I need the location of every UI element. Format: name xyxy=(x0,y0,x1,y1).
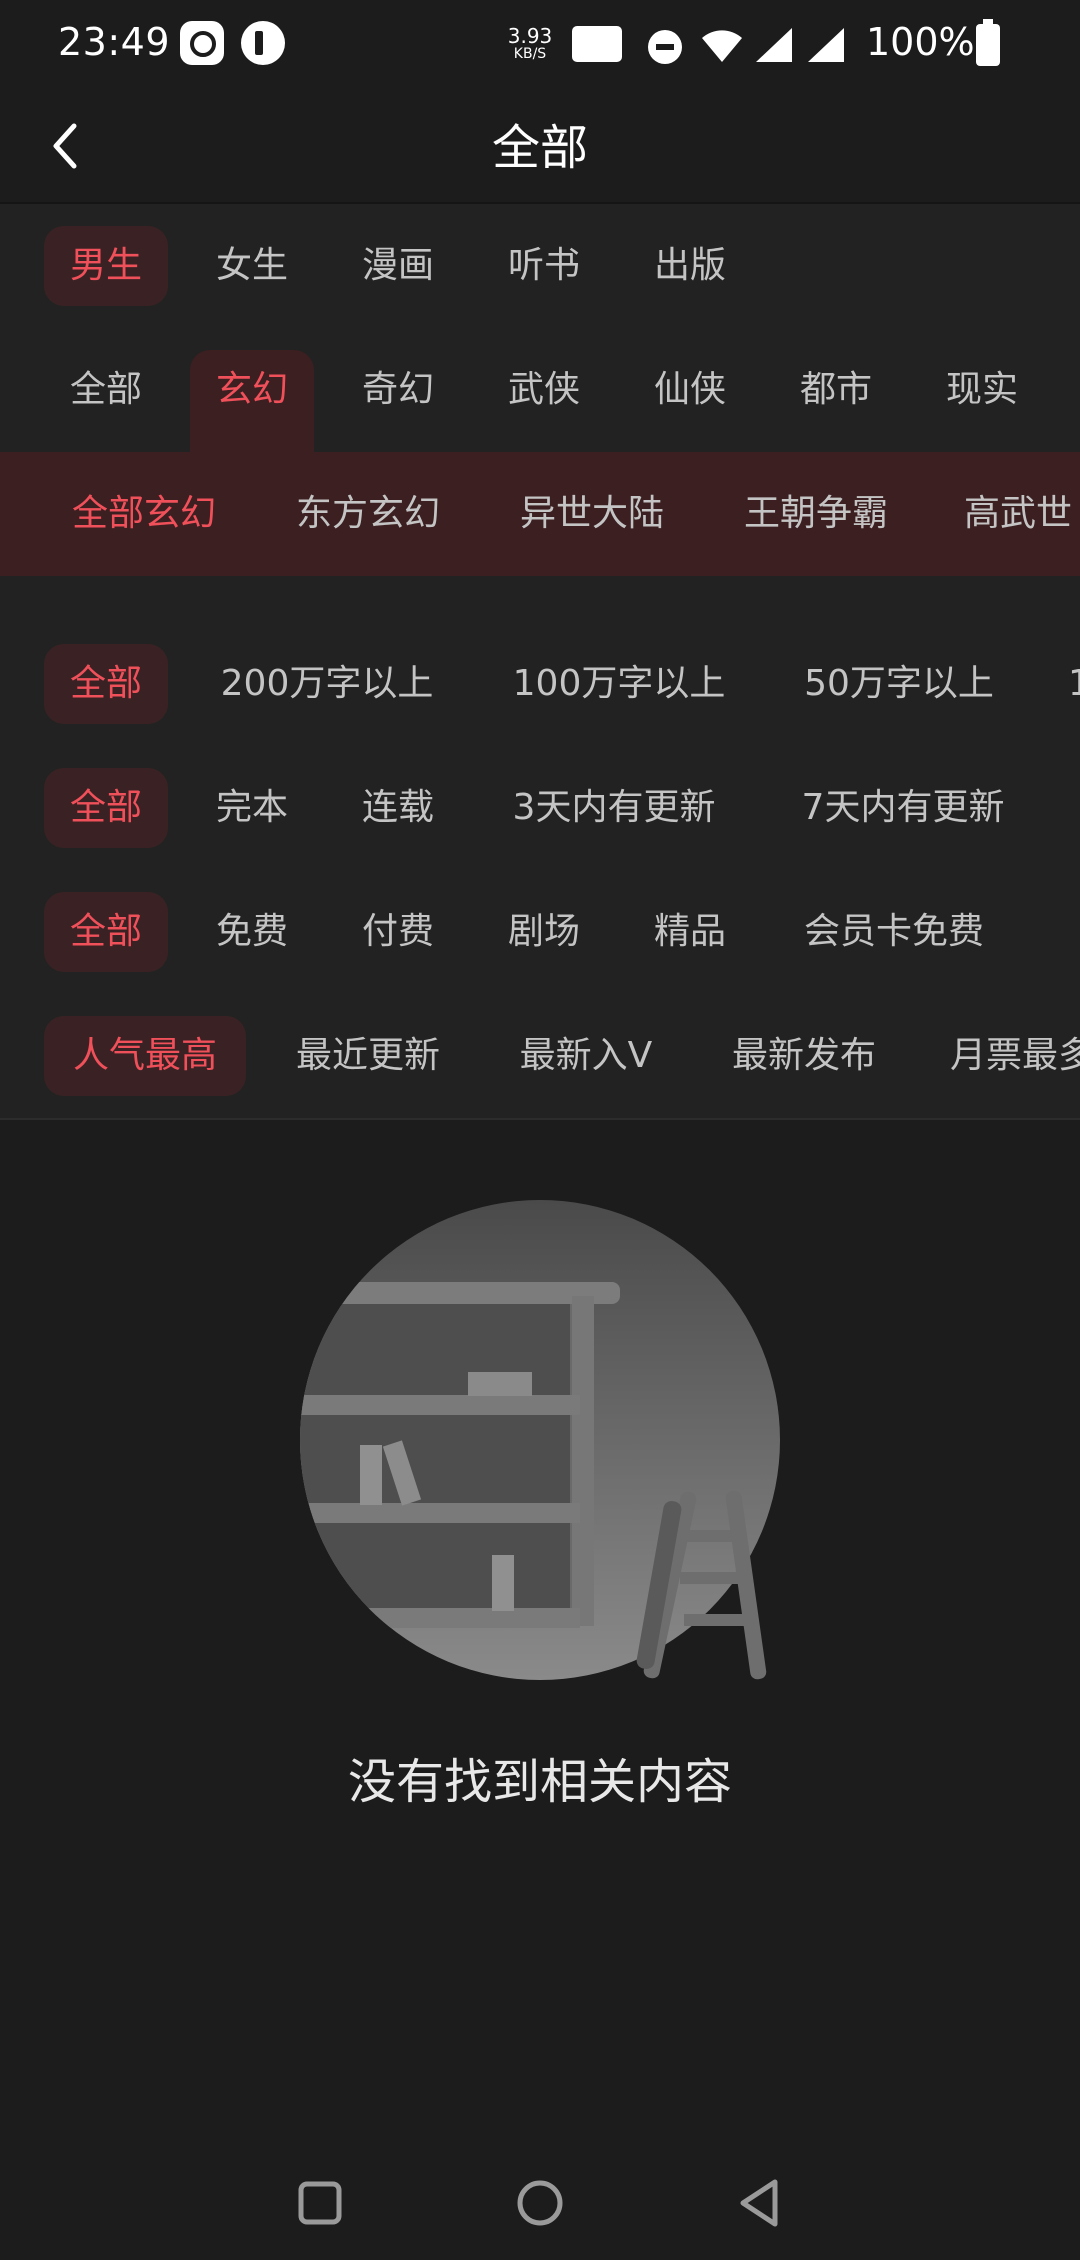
word-count-row: 全部 200万字以上 100万字以上 50万字以上 1 xyxy=(0,622,1080,746)
sort-option[interactable]: 最新入V xyxy=(490,1016,682,1096)
battery-charging-icon xyxy=(976,19,1000,66)
category-item[interactable]: 仙侠 xyxy=(628,350,752,430)
category-item[interactable]: 武侠 xyxy=(482,350,606,430)
app-notification-icon xyxy=(241,21,285,65)
price-option[interactable]: 会员卡免费 xyxy=(774,892,1014,972)
price-option[interactable]: 全部 xyxy=(44,892,168,972)
subcategory-row: 全部玄幻 东方玄幻 异世大陆 王朝争霸 高武世 xyxy=(0,452,1080,576)
network-speed-value: 3.93 xyxy=(507,24,553,48)
serial-status-row: 全部 完本 连载 3天内有更新 7天内有更新 xyxy=(0,746,1080,870)
back-nav-icon[interactable] xyxy=(725,2168,795,2238)
system-nav-bar xyxy=(0,2150,1080,2260)
category-item[interactable]: 奇幻 xyxy=(336,350,460,430)
serial-status-option[interactable]: 全部 xyxy=(44,768,168,848)
category-item[interactable]: 全部 xyxy=(44,350,168,430)
tab-male[interactable]: 男生 xyxy=(44,226,168,306)
volte-icon xyxy=(572,26,622,62)
price-option[interactable]: 付费 xyxy=(336,892,460,972)
category-item[interactable]: 玄幻 xyxy=(190,350,314,452)
serial-status-option[interactable]: 完本 xyxy=(190,768,314,848)
header: 全部 xyxy=(0,90,1080,204)
app-notification-icon xyxy=(180,21,224,65)
subcategory-item[interactable]: 东方玄幻 xyxy=(268,474,468,554)
serial-status-option[interactable]: 7天内有更新 xyxy=(768,768,1038,848)
network-speed-unit: KB/S xyxy=(513,46,547,62)
wifi-icon xyxy=(702,30,742,62)
tab-audiobook[interactable]: 听书 xyxy=(482,226,606,306)
subcategory-item[interactable]: 高武世 xyxy=(940,474,1080,554)
signal-icon xyxy=(756,28,792,62)
status-time: 23:49 xyxy=(58,20,171,64)
word-count-option[interactable]: 100万字以上 xyxy=(486,644,752,724)
sort-row: 人气最高 最近更新 最新入V 最新发布 月票最多 xyxy=(0,994,1080,1118)
price-option[interactable]: 免费 xyxy=(190,892,314,972)
category-item[interactable]: 现实 xyxy=(920,350,1044,430)
home-icon[interactable] xyxy=(505,2168,575,2238)
subcategory-item[interactable]: 全部玄幻 xyxy=(44,474,244,554)
do-not-disturb-icon xyxy=(648,30,682,64)
gender-tab-row: 男生 女生 漫画 听书 出版 xyxy=(0,204,1080,328)
sort-option[interactable]: 最新发布 xyxy=(704,1016,904,1096)
tab-comics[interactable]: 漫画 xyxy=(336,226,460,306)
category-row: 全部 玄幻 奇幻 武侠 仙侠 都市 现实 xyxy=(0,328,1080,452)
serial-status-option[interactable]: 连载 xyxy=(336,768,460,848)
filter-panel: 男生 女生 漫画 听书 出版 全部 玄幻 奇幻 武侠 仙侠 都市 现实 全部玄幻… xyxy=(0,204,1080,1120)
network-speed: 3.93 KB/S xyxy=(505,26,555,62)
recents-icon[interactable] xyxy=(285,2168,355,2238)
price-option[interactable]: 精品 xyxy=(628,892,752,972)
word-count-option[interactable]: 50万字以上 xyxy=(774,644,1024,724)
category-item[interactable]: 都市 xyxy=(774,350,898,430)
empty-state-message: 没有找到相关内容 xyxy=(347,1754,732,1810)
sort-option[interactable]: 人气最高 xyxy=(44,1016,246,1096)
word-count-option[interactable]: 1 xyxy=(1068,644,1080,724)
signal-icon xyxy=(808,28,844,62)
page-title: 全部 xyxy=(491,120,588,176)
price-filter-row: 全部 免费 付费 剧场 精品 会员卡免费 xyxy=(0,870,1080,994)
word-count-option[interactable]: 200万字以上 xyxy=(190,644,464,724)
empty-bookshelf-illustration xyxy=(300,1200,780,1680)
word-count-option[interactable]: 全部 xyxy=(44,644,168,724)
tab-publishing[interactable]: 出版 xyxy=(628,226,752,306)
tab-female[interactable]: 女生 xyxy=(190,226,314,306)
status-bar: 23:49 3.93 KB/S 100% xyxy=(0,0,1080,90)
price-option[interactable]: 剧场 xyxy=(482,892,606,972)
serial-status-option[interactable]: 3天内有更新 xyxy=(482,768,746,848)
battery-level: 100% xyxy=(866,20,975,64)
sort-option[interactable]: 月票最多 xyxy=(926,1016,1080,1096)
sort-option[interactable]: 最近更新 xyxy=(268,1016,468,1096)
subcategory-item[interactable]: 王朝争霸 xyxy=(716,474,916,554)
subcategory-item[interactable]: 异世大陆 xyxy=(492,474,692,554)
